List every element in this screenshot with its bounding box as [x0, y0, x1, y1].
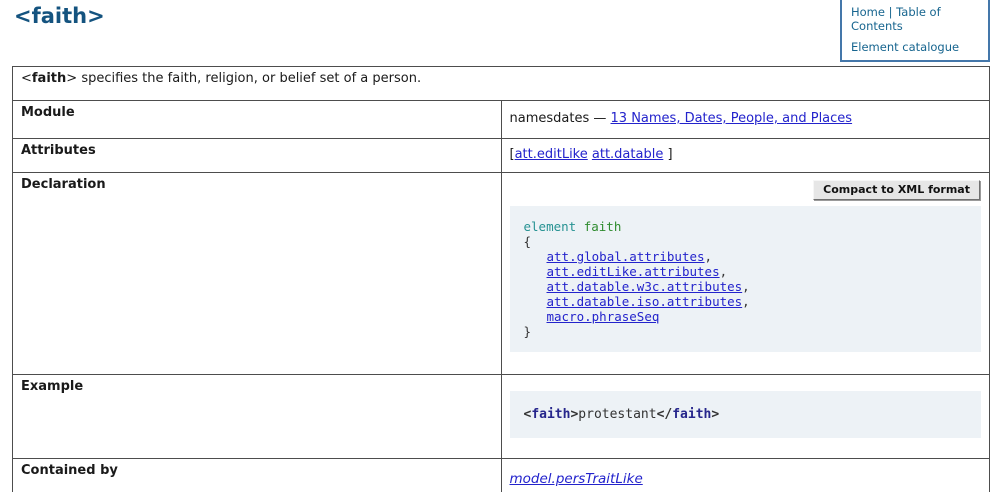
- comma: ,: [720, 264, 728, 279]
- example-close-gt: >: [711, 407, 719, 422]
- example-close-lt: </: [657, 407, 673, 422]
- module-row: Module namesdates — 13 Names, Dates, Peo…: [13, 101, 990, 139]
- example-cell: <faith>protestant</faith>: [501, 375, 990, 459]
- code-line-close-brace: }: [524, 324, 968, 339]
- comma: ,: [705, 249, 713, 264]
- attribute-class-link-datable[interactable]: att.datable: [592, 147, 663, 162]
- declaration-toolbar: Compact to XML format: [510, 180, 981, 200]
- page-title: <faith>: [14, 4, 105, 28]
- contained-by-cell: model.persTraitLike: [501, 459, 990, 492]
- attributes-row: Attributes [att.editLike att.datable ]: [13, 139, 990, 173]
- example-row: Example <faith>protestant</faith>: [13, 375, 990, 459]
- declaration-link-global-attributes[interactable]: att.global.attributes: [547, 249, 705, 264]
- module-label: Module: [13, 101, 502, 139]
- declaration-link-datable-w3c-attributes[interactable]: att.datable.w3c.attributes: [547, 279, 743, 294]
- declaration-link-macro-phraseseq[interactable]: macro.phraseSeq: [547, 309, 660, 324]
- example-label: Example: [13, 375, 502, 459]
- declaration-code-block: element faith{att.global.attributes,att.…: [510, 206, 982, 352]
- module-name: namesdates: [510, 111, 590, 126]
- code-line-member: att.editLike.attributes,: [524, 264, 968, 279]
- description-row: <faith> specifies the faith, religion, o…: [13, 67, 990, 101]
- contained-by-row: Contained by model.persTraitLike: [13, 459, 990, 492]
- code-line-member: macro.phraseSeq: [524, 309, 968, 324]
- description-term-lt: <: [21, 71, 32, 86]
- nav-link-home[interactable]: Home: [851, 5, 885, 19]
- attributes-bracket-close: ]: [667, 147, 672, 162]
- description-term-gt: >: [66, 71, 77, 86]
- declaration-link-datable-iso-attributes[interactable]: att.datable.iso.attributes: [547, 294, 743, 309]
- code-line-member: att.datable.w3c.attributes,: [524, 279, 968, 294]
- nav-line-1: Home | Table of Contents: [851, 5, 982, 33]
- attributes-label: Attributes: [13, 139, 502, 173]
- nav-line-2: Element catalogue: [851, 40, 982, 54]
- example-code-block: <faith>protestant</faith>: [510, 391, 982, 438]
- description-term: faith: [32, 71, 66, 86]
- declaration-row: Declaration Compact to XML format elemen…: [13, 173, 990, 375]
- code-line-element: element faith: [524, 219, 968, 234]
- nav-box: Home | Table of Contents Element catalog…: [840, 0, 990, 62]
- code-line-member: att.datable.iso.attributes,: [524, 294, 968, 309]
- comma: ,: [742, 279, 750, 294]
- attribute-class-link-editlike[interactable]: att.editLike: [515, 147, 588, 162]
- declaration-link-editlike-attributes[interactable]: att.editLike.attributes: [547, 264, 720, 279]
- declaration-label: Declaration: [13, 173, 502, 375]
- brace-close: }: [524, 324, 532, 339]
- description-text: specifies the faith, religion, or belief…: [81, 71, 421, 86]
- description-cell: <faith> specifies the faith, religion, o…: [13, 67, 990, 101]
- comma: ,: [742, 294, 750, 309]
- example-close-tag-name: faith: [672, 407, 711, 422]
- element-spec-table: <faith> specifies the faith, religion, o…: [12, 66, 990, 492]
- attributes-value-cell: [att.editLike att.datable ]: [501, 139, 990, 173]
- module-chapter-link[interactable]: 13 Names, Dates, People, and Places: [611, 111, 853, 126]
- example-open-tag-name: faith: [531, 407, 570, 422]
- compact-to-xml-button[interactable]: Compact to XML format: [813, 180, 980, 200]
- contained-by-label: Contained by: [13, 459, 502, 492]
- contained-by-model-link[interactable]: model.persTraitLike: [510, 471, 643, 487]
- rnc-element-name: faith: [584, 219, 622, 234]
- module-dash: —: [593, 111, 606, 126]
- example-content: protestant: [578, 407, 656, 422]
- brace-open: {: [524, 234, 532, 249]
- rnc-keyword: element: [524, 219, 577, 234]
- nav-separator: |: [889, 5, 893, 19]
- code-line-open-brace: {: [524, 234, 968, 249]
- module-value-cell: namesdates — 13 Names, Dates, People, an…: [501, 101, 990, 139]
- nav-link-element-catalogue[interactable]: Element catalogue: [851, 40, 959, 54]
- declaration-cell: Compact to XML format element faith{att.…: [501, 173, 990, 375]
- page-header: <faith> Home | Table of Contents Element…: [0, 0, 996, 66]
- code-line-member: att.global.attributes,: [524, 249, 968, 264]
